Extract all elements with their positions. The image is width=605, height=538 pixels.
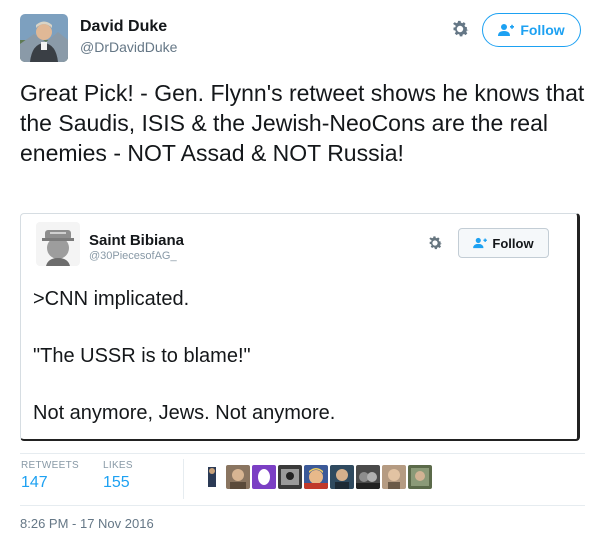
retweets-count[interactable]: 147 [21, 474, 48, 492]
tweet-text: Great Pick! - Gen. Flynn's retweet shows… [20, 80, 585, 166]
liker-avatar[interactable] [226, 465, 250, 489]
follow-button-label: Follow [520, 22, 565, 38]
likes-label: LIKES [103, 460, 133, 471]
embedded-gear-icon [426, 234, 444, 252]
divider [20, 505, 585, 506]
follow-button[interactable]: Follow [482, 13, 581, 47]
divider [20, 453, 585, 454]
stats-separator [183, 459, 184, 499]
gear-icon[interactable] [449, 18, 471, 40]
embedded-tweet-image[interactable]: Saint Bibiana @30PiecesofAG_ Follow >CNN… [20, 213, 580, 441]
embedded-author-handle: @30PiecesofAG_ [89, 250, 177, 262]
author-name[interactable]: David Duke [80, 18, 167, 36]
liker-avatar[interactable] [200, 465, 224, 489]
add-user-icon [498, 24, 515, 36]
embedded-author-name: Saint Bibiana [89, 232, 185, 249]
liker-avatar[interactable] [278, 465, 302, 489]
liker-avatar[interactable] [252, 465, 276, 489]
author-avatar[interactable] [20, 14, 68, 62]
liker-avatar[interactable] [382, 465, 406, 489]
liker-avatar[interactable] [408, 465, 432, 489]
tweet-timestamp[interactable]: 8:26 PM - 17 Nov 2016 [20, 516, 154, 531]
liker-avatar[interactable] [304, 465, 328, 489]
retweets-label: RETWEETS [21, 460, 79, 471]
likes-count[interactable]: 155 [103, 474, 130, 492]
author-handle[interactable]: @DrDavidDuke [80, 39, 177, 55]
liker-avatar[interactable] [356, 465, 380, 489]
embedded-follow-button: Follow [458, 228, 549, 258]
liker-avatars [200, 465, 432, 489]
embedded-text-line: >CNN implicated. [33, 288, 190, 310]
embedded-text-line: "The USSR is to blame!" [33, 345, 251, 367]
embedded-add-user-icon [473, 237, 488, 249]
liker-avatar[interactable] [330, 465, 354, 489]
embedded-text-line: Not anymore, Jews. Not anymore. [33, 402, 336, 424]
embedded-author-avatar [36, 222, 80, 266]
embedded-follow-label: Follow [492, 235, 534, 251]
